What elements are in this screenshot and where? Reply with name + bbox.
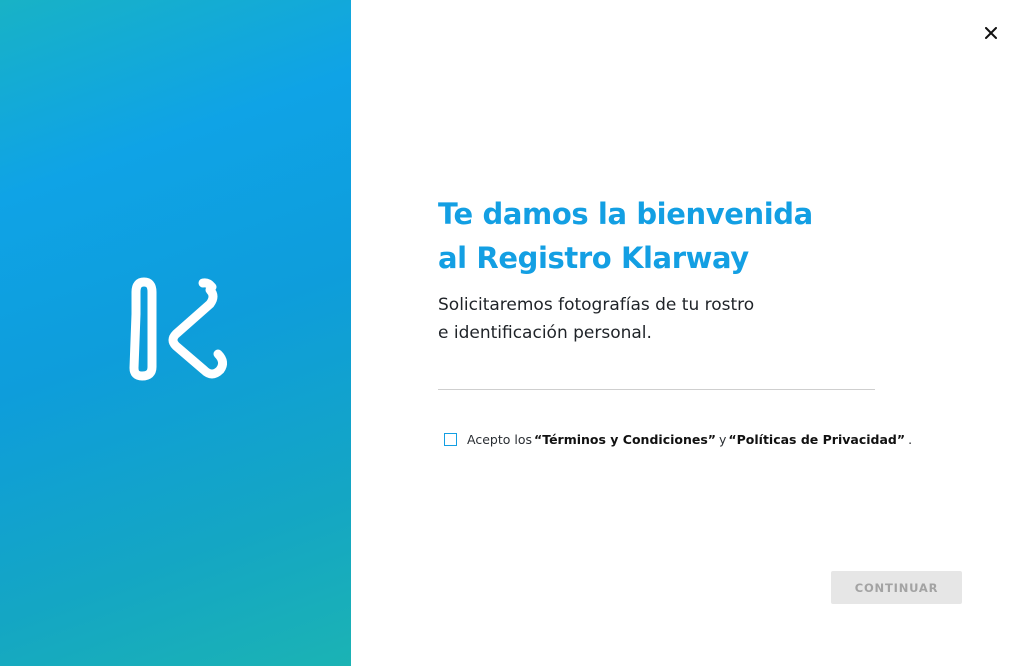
continue-button[interactable]: CONTINUAR (831, 571, 962, 604)
terms-and-conditions-link[interactable]: “Términos y Condiciones” (534, 432, 716, 447)
terms-conjunction-text: y (719, 432, 727, 447)
terms-prefix-text: Acepto los (467, 432, 532, 447)
close-button[interactable] (980, 22, 1002, 44)
terms-checkbox[interactable] (444, 433, 457, 446)
terms-suffix-text: . (908, 432, 913, 447)
welcome-headline: Te damos la bienvenida al Registro Klarw… (438, 192, 858, 280)
subtitle-line-1: Solicitaremos fotografías de tu rostro (438, 295, 755, 315)
welcome-subtitle: Solicitaremos fotografías de tu rostro e… (438, 291, 858, 347)
terms-acceptance-row: Acepto los “Términos y Condiciones” y “P… (444, 432, 912, 447)
headline-line-1: Te damos la bienvenida (438, 197, 813, 231)
subtitle-line-2: e identificación personal. (438, 323, 652, 343)
close-icon (985, 27, 997, 39)
klarway-k-logo (129, 277, 228, 381)
privacy-policy-link[interactable]: “Políticas de Privacidad” (728, 432, 905, 447)
brand-panel (0, 0, 351, 666)
headline-line-2: al Registro Klarway (438, 241, 749, 275)
registration-window: Te damos la bienvenida al Registro Klarw… (0, 0, 1024, 666)
section-divider (438, 389, 875, 390)
content-panel: Te damos la bienvenida al Registro Klarw… (351, 0, 1024, 666)
